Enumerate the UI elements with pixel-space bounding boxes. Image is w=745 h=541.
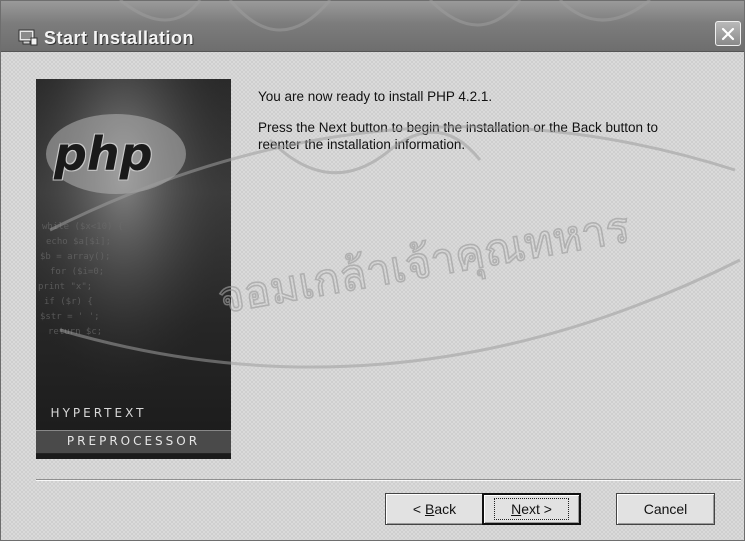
svg-text:$str = ' ';: $str = ' '; — [40, 312, 100, 322]
banner-preprocessor-band: PREPROCESSOR — [36, 430, 231, 454]
cancel-button[interactable]: Cancel — [616, 493, 715, 525]
installer-window: Start Installation while ($x<10) { echo … — [0, 0, 745, 541]
button-divider — [36, 479, 741, 481]
close-icon — [721, 27, 735, 40]
instructions-text: Press the Next button to begin the insta… — [258, 120, 658, 152]
php-logo: php — [54, 127, 153, 181]
next-button-mnemonic: N — [511, 501, 522, 517]
svg-text:print "x";: print "x"; — [38, 282, 92, 292]
window-title: Start Installation — [44, 28, 195, 48]
svg-text:$b = array();: $b = array(); — [40, 252, 110, 262]
svg-text:while ($x<10) {: while ($x<10) { — [42, 222, 123, 232]
title-bar[interactable]: Start Installation — [1, 1, 744, 52]
svg-text:for ($i=0;: for ($i=0; — [50, 267, 104, 277]
svg-text:return $c;: return $c; — [48, 327, 102, 337]
back-button-mnemonic: B — [424, 501, 435, 517]
banner-preprocessor-label: PREPROCESSOR — [66, 434, 201, 448]
back-button-label: ack — [434, 501, 457, 517]
svg-text:echo $a[$i];: echo $a[$i]; — [46, 237, 111, 247]
back-button[interactable]: < Back — [385, 493, 484, 525]
next-button-label: ext > — [521, 501, 552, 517]
ready-heading: You are now ready to install PHP 4.2.1. — [258, 89, 493, 104]
next-button[interactable]: Next > — [482, 493, 581, 525]
next-button-focus: Next > — [494, 498, 569, 520]
banner-hypertext-label: HYPERTEXT — [50, 406, 147, 420]
php-banner-image: while ($x<10) { echo $a[$i]; $b = array(… — [36, 79, 231, 459]
cancel-button-label: Cancel — [643, 501, 688, 517]
svg-text:if ($r) {: if ($r) { — [44, 297, 93, 307]
installer-icon — [18, 29, 38, 46]
back-button-prefix: < — [412, 501, 425, 517]
close-button[interactable] — [715, 21, 741, 46]
